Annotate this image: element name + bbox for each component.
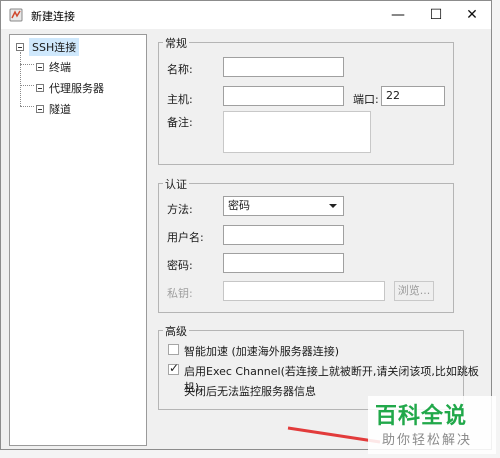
private-key-field[interactable] [223, 281, 385, 301]
watermark-slogan: 助你轻松解决 [382, 433, 473, 448]
smart-accel-checkbox[interactable] [168, 344, 179, 355]
tree-connector-vertical [20, 52, 21, 106]
smart-accel-label: 智能加速 (加速海外服务器连接) [184, 345, 340, 358]
tree-item-proxy[interactable]: 代理服务器 [36, 80, 104, 96]
tree-item-label: 代理服务器 [49, 82, 104, 95]
port-field[interactable]: 22 [381, 86, 445, 106]
private-key-label: 私钥: [167, 287, 193, 300]
auth-legend: 认证 [163, 176, 189, 192]
username-label: 用户名: [167, 231, 204, 244]
minimize-button[interactable]: — [379, 1, 417, 29]
maximize-button[interactable]: ☐ [417, 1, 455, 29]
collapse-icon[interactable] [36, 105, 44, 113]
password-label: 密码: [167, 259, 193, 272]
tree-connector [20, 64, 34, 65]
host-label: 主机: [167, 93, 193, 106]
tree-item-ssh[interactable]: SSH连接 [16, 38, 80, 56]
port-label: 端口: [353, 93, 379, 106]
watermark-logo: 百科全说 [375, 404, 468, 429]
tree-item-label: 终端 [49, 61, 71, 74]
tree-item-label: 隧道 [49, 103, 71, 116]
auth-method-select[interactable]: 密码 [223, 196, 344, 216]
tree-item-tunnel[interactable]: 隧道 [36, 101, 71, 117]
title-bar: 新建连接 — ☐ ✕ [1, 1, 491, 29]
browse-button[interactable]: 浏览... [394, 281, 434, 301]
collapse-icon[interactable] [36, 84, 44, 92]
general-legend: 常规 [163, 35, 189, 51]
username-field[interactable] [223, 225, 344, 245]
exec-channel-note: 关闭后无法监控服务器信息 [184, 385, 316, 398]
method-label: 方法: [167, 203, 193, 216]
note-label: 备注: [167, 116, 193, 129]
close-button[interactable]: ✕ [453, 1, 491, 29]
app-icon [9, 8, 23, 22]
note-textarea[interactable] [223, 111, 371, 153]
tree-item-terminal[interactable]: 终端 [36, 59, 71, 75]
name-field[interactable] [223, 57, 344, 77]
password-field[interactable] [223, 253, 344, 273]
auth-method-value: 密码 [228, 199, 250, 212]
host-field[interactable] [223, 86, 344, 106]
new-connection-dialog: 新建连接 — ☐ ✕ SSH连接 终端 代理服务器 隧道 常规 名称: 主机: [0, 0, 492, 450]
window-title: 新建连接 [31, 10, 75, 23]
tree-item-label: SSH连接 [29, 38, 80, 56]
settings-tree: SSH连接 终端 代理服务器 隧道 [9, 34, 147, 446]
chevron-down-icon [329, 204, 337, 208]
name-label: 名称: [167, 63, 193, 76]
advanced-legend: 高级 [163, 323, 189, 339]
tree-connector [20, 85, 34, 86]
collapse-icon[interactable] [36, 63, 44, 71]
tree-connector [20, 106, 34, 107]
exec-channel-checkbox[interactable] [168, 361, 179, 375]
collapse-icon[interactable] [16, 43, 24, 51]
